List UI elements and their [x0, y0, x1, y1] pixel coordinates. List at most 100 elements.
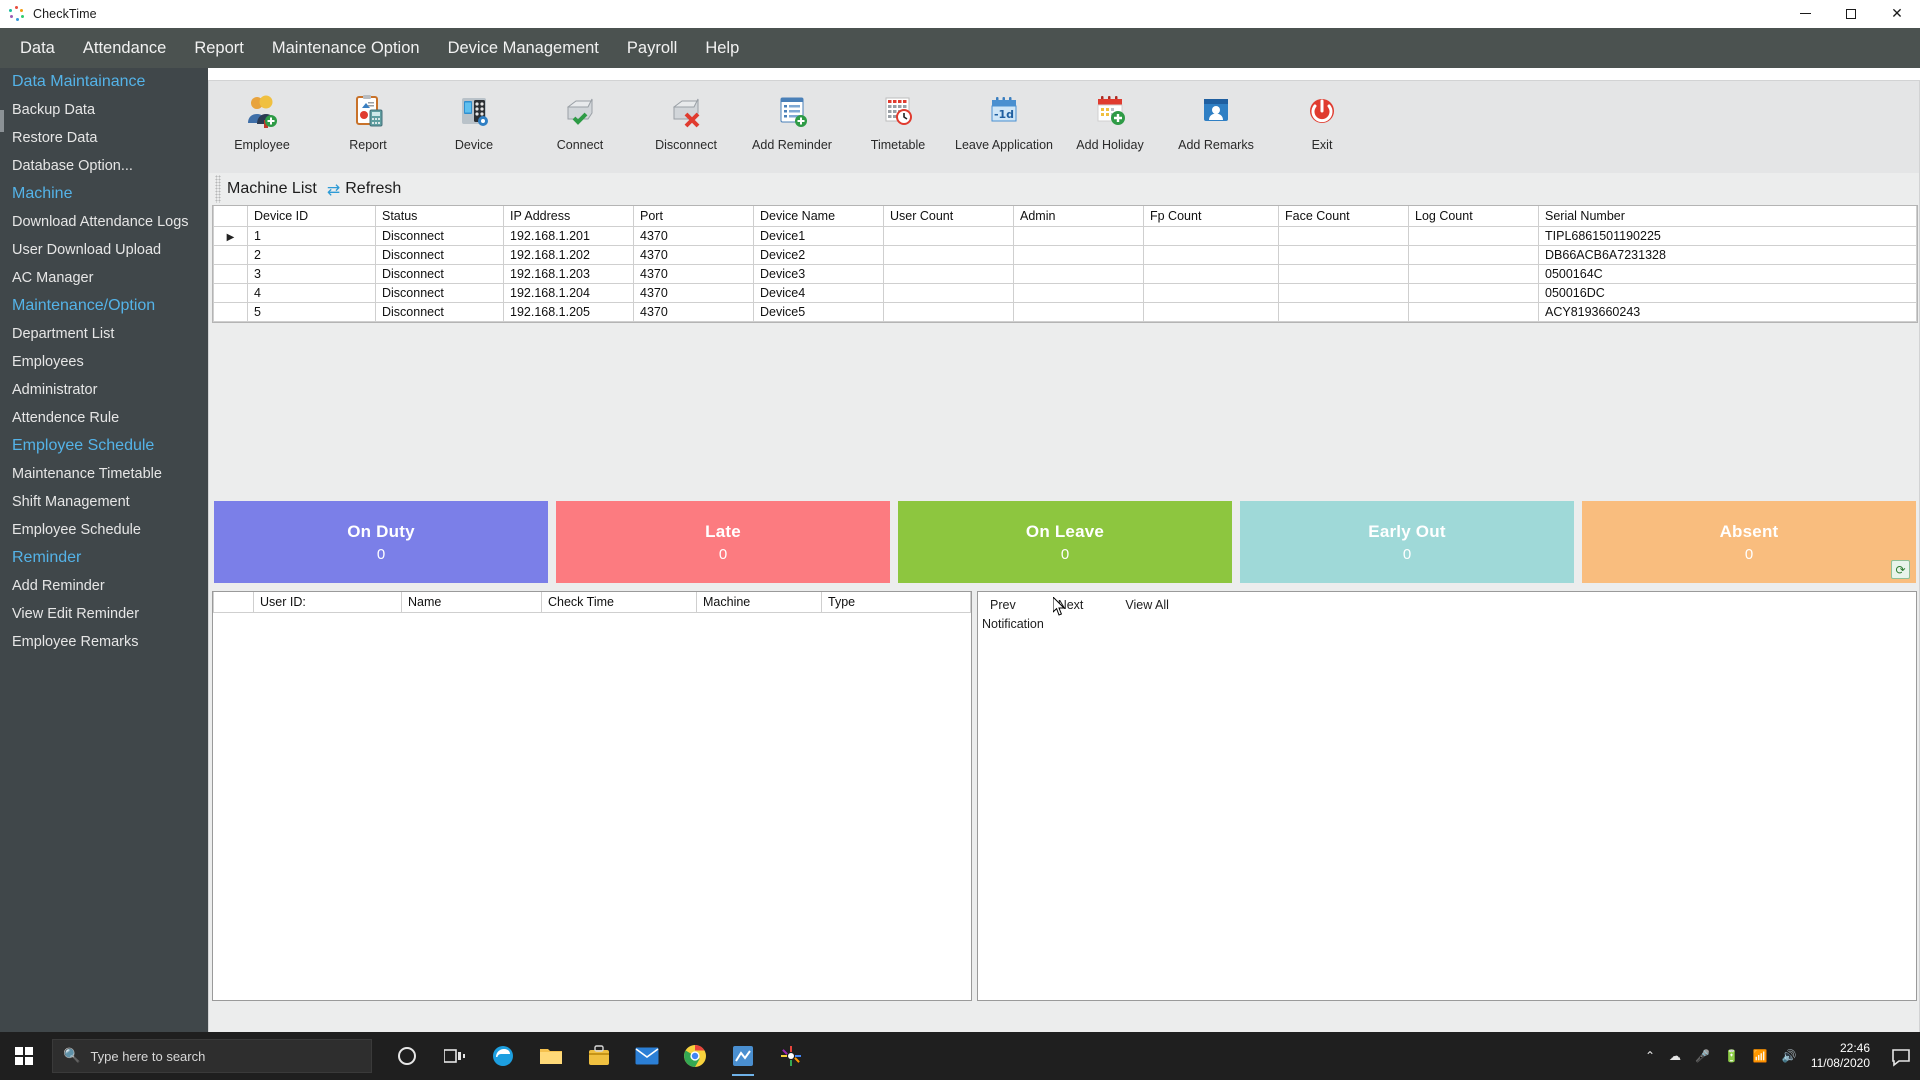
cell-admin[interactable]	[1013, 245, 1144, 265]
row-selector[interactable]	[213, 264, 248, 284]
cell-user-count[interactable]	[883, 264, 1014, 284]
column-header-type[interactable]: Type	[821, 592, 971, 613]
photos-icon[interactable]	[770, 1034, 812, 1078]
cell-face-count[interactable]	[1278, 264, 1409, 284]
close-icon[interactable]: ✕	[1874, 0, 1920, 28]
cell-admin[interactable]	[1013, 283, 1144, 303]
toolbar-button-add-reminder[interactable]: Add Reminder	[739, 89, 845, 152]
cell-fp-count[interactable]	[1143, 302, 1279, 322]
sidebar-item-department-list[interactable]: Department List	[0, 320, 208, 348]
row-selector[interactable]	[213, 302, 248, 322]
status-tile-late[interactable]: Late 0	[556, 501, 890, 583]
column-header-log-count[interactable]: Log Count	[1408, 206, 1539, 227]
cell-fp-count[interactable]	[1143, 245, 1279, 265]
cell-serial-number[interactable]: TIPL6861501190225	[1538, 226, 1917, 246]
cell-fp-count[interactable]	[1143, 264, 1279, 284]
cell-fp-count[interactable]	[1143, 283, 1279, 303]
refresh-icon[interactable]: ⇄	[327, 180, 340, 199]
cell-port[interactable]: 4370	[633, 264, 754, 284]
sidebar-item-user-download-upload[interactable]: User Download Upload	[0, 236, 208, 264]
toolbar-button-device[interactable]: Device	[421, 89, 527, 152]
column-header-name[interactable]: Name	[401, 592, 542, 613]
sidebar-item-restore-data[interactable]: Restore Data	[0, 124, 208, 152]
column-header-ip-address[interactable]: IP Address	[503, 206, 634, 227]
sidebar-item-view-edit-reminder[interactable]: View Edit Reminder	[0, 600, 208, 628]
menu-maintenance-option[interactable]: Maintenance Option	[258, 35, 434, 62]
cell-device-id[interactable]: 5	[247, 302, 376, 322]
cell-log-count[interactable]	[1408, 226, 1539, 246]
taskbar-clock[interactable]: 22:46 11/08/2020	[1811, 1041, 1876, 1071]
column-header-serial-number[interactable]: Serial Number	[1538, 206, 1917, 227]
refresh-button[interactable]: Refresh	[345, 180, 401, 198]
cell-face-count[interactable]	[1278, 226, 1409, 246]
cell-status[interactable]: Disconnect	[375, 283, 504, 303]
table-row[interactable]: 4 Disconnect 192.168.1.204 4370 Device4 …	[213, 283, 1917, 303]
toolbar-button-connect[interactable]: Connect	[527, 89, 633, 152]
view-all-button[interactable]: View All	[1125, 598, 1169, 612]
cell-port[interactable]: 4370	[633, 245, 754, 265]
status-tile-on-leave[interactable]: On Leave 0	[898, 501, 1232, 583]
cell-log-count[interactable]	[1408, 264, 1539, 284]
cell-device-id[interactable]: 3	[247, 264, 376, 284]
sidebar-item-employees[interactable]: Employees	[0, 348, 208, 376]
sidebar-item-administrator[interactable]: Administrator	[0, 376, 208, 404]
cell-status[interactable]: Disconnect	[375, 302, 504, 322]
panel-grip[interactable]	[215, 175, 221, 203]
cell-device-name[interactable]: Device2	[753, 245, 884, 265]
row-selector[interactable]: ▶	[213, 226, 248, 246]
toolbar-button-disconnect[interactable]: Disconnect	[633, 89, 739, 152]
column-header-fp-count[interactable]: Fp Count	[1143, 206, 1279, 227]
status-tile-absent[interactable]: Absent 0 ⟳	[1582, 501, 1916, 583]
chevron-up-icon[interactable]: ⌃	[1645, 1049, 1655, 1063]
column-header-status[interactable]: Status	[375, 206, 504, 227]
menu-device-management[interactable]: Device Management	[434, 35, 613, 62]
volume-icon[interactable]: 🔊	[1782, 1049, 1797, 1063]
chrome-icon[interactable]	[674, 1034, 716, 1078]
column-header-user-id[interactable]: User ID:	[253, 592, 402, 613]
cell-status[interactable]: Disconnect	[375, 245, 504, 265]
cell-log-count[interactable]	[1408, 245, 1539, 265]
checktime-app-icon[interactable]	[722, 1034, 764, 1078]
toolbar-button-add-holiday[interactable]: Add Holiday	[1057, 89, 1163, 152]
table-row[interactable]: 3 Disconnect 192.168.1.203 4370 Device3 …	[213, 264, 1917, 284]
cell-fp-count[interactable]	[1143, 226, 1279, 246]
toolbar-button-leave-application[interactable]: -1d Leave Application	[951, 89, 1057, 152]
status-tile-early-out[interactable]: Early Out 0	[1240, 501, 1574, 583]
column-header-device-name[interactable]: Device Name	[753, 206, 884, 227]
column-header-user-count[interactable]: User Count	[883, 206, 1014, 227]
table-row[interactable]: ▶ 1 Disconnect 192.168.1.201 4370 Device…	[213, 226, 1917, 246]
cell-ip-address[interactable]: 192.168.1.205	[503, 302, 634, 322]
column-header-device-id[interactable]: Device ID	[247, 206, 376, 227]
network-icon[interactable]: 📶	[1753, 1049, 1768, 1063]
toolbar-button-add-remarks[interactable]: Add Remarks	[1163, 89, 1269, 152]
sidebar-item-ac-manager[interactable]: AC Manager	[0, 264, 208, 292]
cell-device-id[interactable]: 1	[247, 226, 376, 246]
column-header-check-time[interactable]: Check Time	[541, 592, 697, 613]
cortana-icon[interactable]	[386, 1034, 428, 1078]
sidebar-item-backup-data[interactable]: Backup Data	[0, 96, 208, 124]
cell-serial-number[interactable]: 0500164C	[1538, 264, 1917, 284]
row-selector[interactable]	[213, 245, 248, 265]
task-view-icon[interactable]	[434, 1034, 476, 1078]
cell-port[interactable]: 4370	[633, 226, 754, 246]
cell-device-name[interactable]: Device1	[753, 226, 884, 246]
cell-device-id[interactable]: 4	[247, 283, 376, 303]
cell-admin[interactable]	[1013, 226, 1144, 246]
menu-help[interactable]: Help	[691, 35, 753, 62]
cell-log-count[interactable]	[1408, 283, 1539, 303]
menu-payroll[interactable]: Payroll	[613, 35, 691, 62]
cell-user-count[interactable]	[883, 226, 1014, 246]
cell-admin[interactable]	[1013, 302, 1144, 322]
sidebar-item-add-reminder[interactable]: Add Reminder	[0, 572, 208, 600]
windows-start-icon[interactable]	[0, 1032, 48, 1080]
toolbar-button-timetable[interactable]: Timetable	[845, 89, 951, 152]
machine-list-grid[interactable]: Device ID Status IP Address Port Device …	[212, 205, 1918, 323]
menu-data[interactable]: Data	[6, 35, 69, 62]
refresh-badge-icon[interactable]: ⟳	[1891, 560, 1910, 579]
cell-port[interactable]: 4370	[633, 283, 754, 303]
cell-face-count[interactable]	[1278, 245, 1409, 265]
cell-serial-number[interactable]: DB66ACB6A7231328	[1538, 245, 1917, 265]
minimize-icon[interactable]	[1782, 0, 1828, 28]
cell-user-count[interactable]	[883, 245, 1014, 265]
sidebar-item-maintenance-timetable[interactable]: Maintenance Timetable	[0, 460, 208, 488]
